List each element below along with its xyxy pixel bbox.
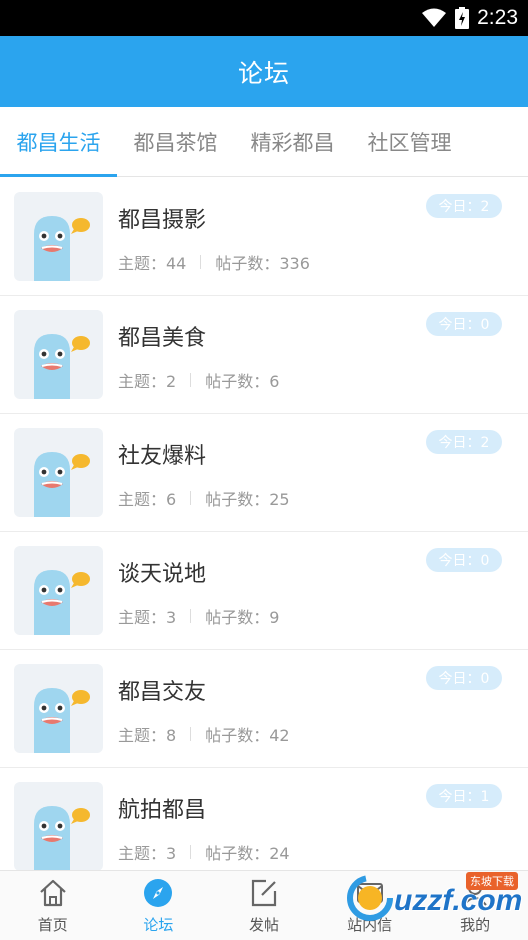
forum-name: 都昌美食	[118, 326, 207, 351]
forum-avatar-icon	[14, 664, 103, 753]
tab-community-admin[interactable]: 社区管理	[351, 107, 468, 176]
status-time: 2:23	[477, 6, 518, 29]
forum-avatar-icon	[14, 310, 103, 399]
forum-name: 都昌交友	[118, 680, 207, 705]
divider	[190, 491, 192, 505]
divider	[190, 609, 192, 623]
nav-home-label: 首页	[37, 916, 68, 934]
forum-item[interactable]: 谈天说地 主题：3 帖子数：9 今日：0	[0, 532, 528, 650]
forum-stats: 主题：8 帖子数：42	[118, 722, 290, 746]
post-count: 帖子数：24	[205, 844, 290, 863]
divider	[190, 373, 192, 387]
tab-wonderful-dc[interactable]: 精彩都昌	[234, 107, 351, 176]
divider	[190, 845, 192, 859]
topic-count: 主题：6	[118, 490, 177, 509]
post-count: 帖子数：6	[205, 372, 280, 391]
nav-forum[interactable]: 论坛	[106, 871, 212, 940]
category-tabs: 都昌生活 都昌茶馆 精彩都昌 社区管理	[0, 107, 528, 177]
nav-messages[interactable]: 站内信	[317, 871, 423, 940]
today-badge: 今日：0	[426, 548, 502, 572]
divider	[200, 255, 202, 269]
message-icon	[353, 876, 387, 910]
forum-name: 谈天说地	[118, 562, 207, 587]
post-count: 帖子数：25	[205, 490, 290, 509]
forum-avatar-icon	[14, 782, 103, 870]
today-badge: 今日：1	[426, 784, 502, 808]
nav-forum-label: 论坛	[143, 916, 174, 934]
forum-stats: 主题：2 帖子数：6	[118, 368, 279, 392]
post-count: 帖子数：336	[215, 254, 310, 273]
post-count: 帖子数：42	[205, 726, 290, 745]
home-icon	[36, 876, 70, 910]
nav-home[interactable]: 首页	[0, 871, 106, 940]
forum-item[interactable]: 社友爆料 主题：6 帖子数：25 今日：2	[0, 414, 528, 532]
forum-name: 社友爆料	[118, 444, 207, 469]
forum-avatar-icon	[14, 546, 103, 635]
topic-count: 主题：3	[118, 844, 177, 863]
forum-item[interactable]: 航拍都昌 主题：3 帖子数：24 今日：1	[0, 768, 528, 870]
forum-stats: 主题：44 帖子数：336	[118, 250, 310, 274]
battery-charging-icon	[455, 7, 470, 29]
nav-post[interactable]: 发帖	[211, 871, 317, 940]
bottom-nav: 首页 论坛 发帖 站内信 我的	[0, 870, 528, 940]
forum-item[interactable]: 都昌美食 主题：2 帖子数：6 今日：0	[0, 296, 528, 414]
forum-stats: 主题：3 帖子数：9	[118, 604, 279, 628]
status-bar: 2:23	[0, 0, 528, 36]
page-title: 论坛	[237, 58, 290, 88]
profile-icon	[458, 876, 492, 910]
forum-list: 都昌摄影 主题：44 帖子数：336 今日：2 都昌美食 主题：2 帖子数：6 …	[0, 178, 528, 870]
tab-dc-life[interactable]: 都昌生活	[0, 107, 117, 177]
nav-messages-label: 站内信	[347, 916, 393, 934]
tab-dc-teahouse[interactable]: 都昌茶馆	[117, 107, 234, 176]
today-badge: 今日：0	[426, 666, 502, 690]
forum-stats: 主题：6 帖子数：25	[118, 486, 290, 510]
compass-icon	[141, 876, 175, 910]
forum-item[interactable]: 都昌摄影 主题：44 帖子数：336 今日：2	[0, 178, 528, 296]
compose-icon	[247, 876, 281, 910]
post-count: 帖子数：9	[205, 608, 280, 627]
topic-count: 主题：44	[118, 254, 187, 273]
nav-post-label: 发帖	[248, 916, 279, 934]
title-bar: 论坛	[0, 36, 528, 107]
today-badge: 今日：2	[426, 430, 502, 454]
forum-stats: 主题：3 帖子数：24	[118, 840, 290, 864]
forum-item[interactable]: 都昌交友 主题：8 帖子数：42 今日：0	[0, 650, 528, 768]
forum-avatar-icon	[14, 192, 103, 281]
today-badge: 今日：0	[426, 312, 502, 336]
today-badge: 今日：2	[426, 194, 502, 218]
wifi-icon	[421, 8, 447, 28]
forum-name: 航拍都昌	[118, 798, 207, 823]
divider	[190, 727, 192, 741]
topic-count: 主题：2	[118, 372, 177, 391]
topic-count: 主题：8	[118, 726, 177, 745]
nav-profile-label: 我的	[460, 916, 491, 934]
forum-name: 都昌摄影	[118, 208, 207, 233]
nav-profile[interactable]: 我的	[422, 871, 528, 940]
forum-avatar-icon	[14, 428, 103, 517]
topic-count: 主题：3	[118, 608, 177, 627]
